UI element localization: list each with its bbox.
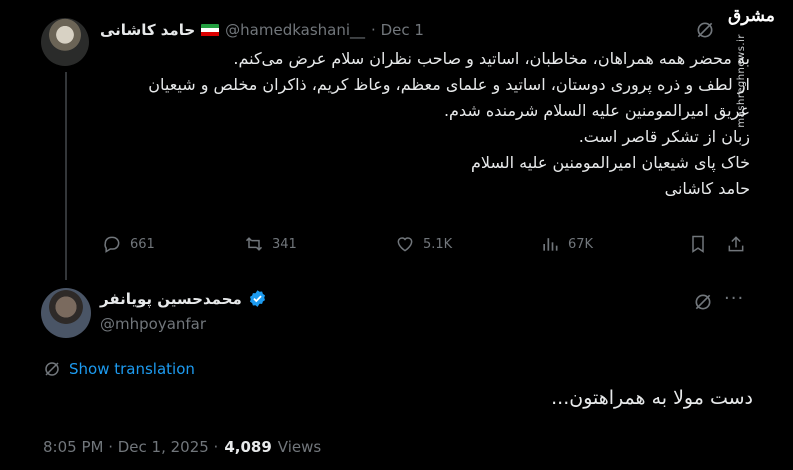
grok-icon[interactable] [695, 20, 715, 40]
reply-button[interactable]: 661 [102, 234, 155, 254]
reply-header: محمدحسین پویانفر [100, 289, 267, 308]
show-translation-link[interactable]: Show translation [43, 360, 195, 378]
verified-badge-icon [249, 290, 265, 307]
retweet-icon [245, 237, 263, 251]
thread-line [65, 72, 67, 280]
user-handle[interactable]: @hamedkashani__ [225, 21, 365, 39]
tweet-line: خاک پای شیعیان امیرالمومنین علیه السلام [471, 153, 750, 172]
avatar-hamedkashani[interactable] [41, 18, 89, 66]
heart-icon [397, 237, 413, 252]
display-name[interactable]: محمدحسین پویانفر [100, 290, 242, 308]
retweet-count: 341 [272, 236, 297, 252]
tweet-line: زبان از تشکر قاصر است. [578, 127, 750, 146]
share-button[interactable] [726, 234, 746, 254]
user-handle[interactable]: @mhpoyanfar [100, 315, 206, 333]
more-options-button[interactable]: ··· [724, 288, 744, 309]
bookmark-button[interactable] [688, 234, 708, 254]
tweet-line: عریق امیرالمومنین علیه السلام شرمنده شدم… [443, 101, 750, 120]
reply-text: دست مولا به همراهتون... [551, 387, 753, 409]
analytics-icon [543, 238, 558, 251]
reply-icon [104, 236, 120, 253]
avatar-mhpoyanfar[interactable] [41, 288, 91, 338]
view-count: 67K [568, 236, 594, 252]
reply-count: 661 [130, 236, 155, 252]
share-icon [728, 236, 744, 252]
translate-icon [45, 362, 59, 376]
tweet-line: از لطف و ذره پروری دوستان، اساتید و علما… [148, 75, 750, 94]
like-count: 5.1K [423, 236, 453, 252]
retweet-button[interactable]: 341 [244, 234, 297, 254]
display-name[interactable]: حامد کاشانی [100, 21, 195, 39]
tweet-date[interactable]: · Dec 1 [371, 21, 424, 39]
tweet-timestamp[interactable]: 8:05 PM · Dec 1, 2025 · [43, 438, 218, 456]
tweet-header: حامد کاشانی @hamedkashani__ · Dec 1 [100, 18, 424, 42]
watermark-logo: مشرق [728, 6, 775, 26]
grok-icon[interactable] [693, 292, 713, 312]
iran-flag-icon [201, 23, 220, 37]
views-button[interactable]: 67K [540, 234, 593, 254]
tweet-line: به محضر همه همراهان، مخاطبان، اساتید و ص… [233, 49, 750, 68]
tweet-meta: 8:05 PM · Dec 1, 2025 · 4,089 Views [43, 438, 321, 456]
tweet-line: حامد کاشانی [664, 179, 750, 198]
like-button[interactable]: 5.1K [395, 234, 452, 254]
tweet-actions: 661 341 5.1K 67K [100, 234, 750, 260]
views-label: Views [277, 438, 322, 456]
views-count: 4,089 [224, 438, 272, 456]
tweet-text: به محضر همه همراهان، مخاطبان، اساتید و ص… [100, 46, 750, 202]
show-translation-label[interactable]: Show translation [69, 360, 195, 378]
bookmark-icon [692, 235, 704, 253]
